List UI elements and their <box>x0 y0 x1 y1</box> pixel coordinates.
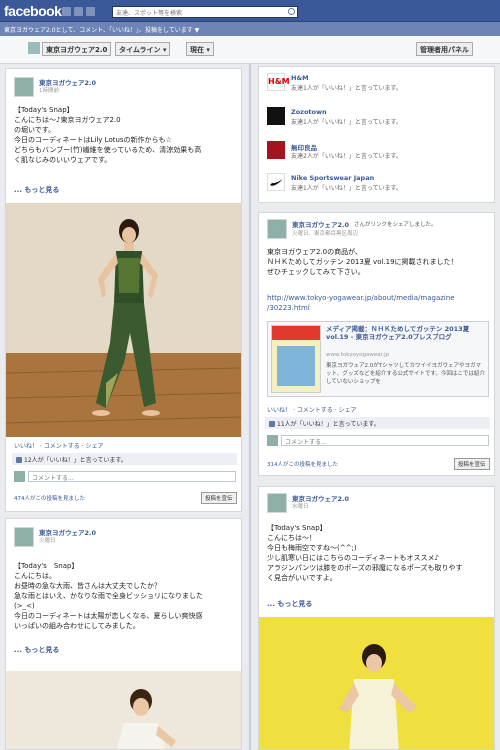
likes-summary[interactable]: 11人が「いいね！」と言っています。 <box>265 417 490 429</box>
liked-page-friends: 友達2人が「いいね！」と言っています。 <box>291 153 402 160</box>
timeline-dropdown[interactable]: タイムライン ▾ <box>115 42 171 56</box>
page-avatar[interactable] <box>28 42 40 54</box>
post-reach[interactable]: 314人がこの投稿を見ました <box>267 460 338 468</box>
facebook-logo[interactable]: facebook <box>4 3 62 19</box>
liked-page-item[interactable]: Zozotown 友達1人が「いいね！」と言っています。 <box>267 107 492 129</box>
author-name[interactable]: 東京ヨガウェア2.0 <box>292 219 349 229</box>
shared-link-text: さんがリンクをシェアしました。 <box>354 222 437 228</box>
author-avatar[interactable] <box>14 77 34 97</box>
like-thumb-icon <box>269 421 275 427</box>
post-date[interactable]: 火曜日 <box>39 536 56 544</box>
liked-page-name[interactable]: H&M <box>291 74 309 82</box>
notification-jewels <box>62 7 95 16</box>
author-avatar[interactable] <box>267 219 287 239</box>
post-actions[interactable]: いいね！ · コメントする · シェア <box>14 441 103 450</box>
see-more-link[interactable]: ... もっと見る <box>14 185 59 195</box>
promote-post-button[interactable]: 投稿を宣伝 <box>201 492 237 504</box>
post-body: 【Today's Snap】 こんにちは。 お昼時の急な大雨、皆さんは大丈夫でし… <box>14 562 203 630</box>
top-bar: facebook 友達、スポット等を検索 <box>0 0 500 22</box>
post-reach[interactable]: 474人がこの投稿を見ました <box>14 494 85 502</box>
liked-page-item[interactable]: 無印良品 友達2人が「いいね！」と言っています。 <box>267 141 492 163</box>
page-likes-card: H&M H&M 友達1人が「いいね！」と言っています。 Zozotown 友達1… <box>258 66 495 203</box>
post-card-1: 東京ヨガウェア2.0 1時間前 【Today's Snap】 こんにちは～♪東京… <box>5 68 242 512</box>
acting-as-bar[interactable]: 東京ヨガウェア2.0として、コメント、「いいね！」、投稿をしています ▼ <box>0 22 500 36</box>
magazine-cover-photo <box>277 346 315 386</box>
link-description: 東京ヨガウェア2.0がTシャツしてカワイイヨガウェアやヨガマット、グッズなどを紹… <box>326 363 485 385</box>
see-more-link[interactable]: ... もっと見る <box>14 645 59 655</box>
liked-page-friends: 友達1人が「いいね！」と言っています。 <box>291 185 402 192</box>
comment-input[interactable]: コメントする... <box>281 435 489 446</box>
comment-input[interactable]: コメントする... <box>28 471 236 482</box>
hm-logo-icon: H&M <box>267 73 290 91</box>
post-body: 【Today's Snap】 こんにちは～！ 今日も梅雨空ですね～(^^;) 少… <box>267 524 463 582</box>
like-thumb-icon <box>16 457 22 463</box>
page-header: 東京ヨガウェア2.0 タイムライン ▾ 現在 ▾ 管理者用パネル <box>0 36 500 64</box>
friend-requests-icon[interactable] <box>62 7 71 16</box>
liked-page-name[interactable]: Zozotown <box>291 108 327 116</box>
liked-page-friends: 友達1人が「いいね！」と言っています。 <box>291 119 402 126</box>
magazine-cover-header <box>272 326 320 340</box>
post-date[interactable]: 水曜日 <box>292 502 309 510</box>
link-domain: www.tokyoyogawear.jp <box>326 352 390 358</box>
search-input[interactable]: 友達、スポット等を検索 <box>112 6 298 18</box>
author-avatar[interactable] <box>14 527 34 547</box>
post-photo[interactable] <box>6 203 241 437</box>
acting-as-text: 東京ヨガウェア2.0として、コメント、「いいね！」、投稿をしています ▼ <box>4 27 200 34</box>
likes-count-text: 12人が「いいね！」と言っています。 <box>24 457 127 464</box>
post-date[interactable]: 火曜日、東京都目黒区周辺 <box>292 229 358 237</box>
commenter-avatar <box>14 471 25 482</box>
zozotown-logo-icon <box>267 107 285 125</box>
post-card-2: 東京ヨガウェア2.0 さんがリンクをシェアしました。 火曜日、東京都目黒区周辺 … <box>258 212 495 476</box>
current-dropdown[interactable]: 現在 ▾ <box>186 42 214 56</box>
post-url-link[interactable]: http://www.tokyo-yogawear.jp/about/media… <box>267 293 493 313</box>
commenter-avatar <box>267 435 278 446</box>
post-actions[interactable]: いいね！ · コメントする · シェア <box>267 405 356 414</box>
post-card-3: 東京ヨガウェア2.0 火曜日 【Today's Snap】 こんにちは。 お昼時… <box>5 518 242 750</box>
yoga-photo-illustration <box>6 203 241 437</box>
liked-page-item[interactable]: H&M H&M 友達1人が「いいね！」と言っています。 <box>267 73 492 95</box>
post-photo[interactable] <box>6 671 241 749</box>
search-placeholder: 友達、スポット等を検索 <box>116 10 183 17</box>
timeline-spine <box>249 64 251 750</box>
muji-logo-icon <box>267 141 285 159</box>
post-card-4: 東京ヨガウェア2.0 水曜日 【Today's Snap】 こんにちは～！ 今日… <box>258 486 495 750</box>
post-body: 東京ヨガウェア2.0の商品が、 ＮＨＫためしてガッテン 2013夏 vol.19… <box>267 248 458 276</box>
yoga-photo-illustration <box>116 689 176 749</box>
messages-icon[interactable] <box>74 7 83 16</box>
yoga-photo-illustration <box>259 617 494 749</box>
page-name-button[interactable]: 東京ヨガウェア2.0 <box>42 42 112 56</box>
link-preview[interactable]: メディア掲載：ＮＨＫためしてガッテン 2013夏 vol.19 - 東京ヨガウェ… <box>267 321 489 397</box>
notifications-icon[interactable] <box>86 7 95 16</box>
see-more-link[interactable]: ... もっと見る <box>267 599 312 609</box>
liked-page-friends: 友達1人が「いいね！」と言っています。 <box>291 85 402 92</box>
likes-summary[interactable]: 12人が「いいね！」と言っています。 <box>12 453 237 465</box>
search-icon[interactable] <box>288 8 295 15</box>
liked-page-name[interactable]: Nike Sportswear Japan <box>291 174 374 182</box>
liked-page-item[interactable]: Nike Sportswear Japan 友達1人が「いいね！」と言っています… <box>267 173 492 195</box>
admin-panel-button[interactable]: 管理者用パネル <box>416 42 473 56</box>
promote-post-button[interactable]: 投稿を宣伝 <box>454 458 490 470</box>
magazine-thumbnail <box>271 325 321 393</box>
post-date[interactable]: 1時間前 <box>39 86 59 94</box>
likes-count-text: 11人が「いいね！」と言っています。 <box>277 421 380 428</box>
author-avatar[interactable] <box>267 493 287 513</box>
link-title[interactable]: メディア掲載：ＮＨＫためしてガッテン 2013夏 vol.19 - 東京ヨガウェ… <box>326 325 486 341</box>
nike-swoosh-icon <box>267 173 285 191</box>
post-photo[interactable] <box>259 617 494 749</box>
post-body: 【Today's Snap】 こんにちは～♪東京ヨガウェア2.0 の堀いです。 … <box>14 106 202 164</box>
